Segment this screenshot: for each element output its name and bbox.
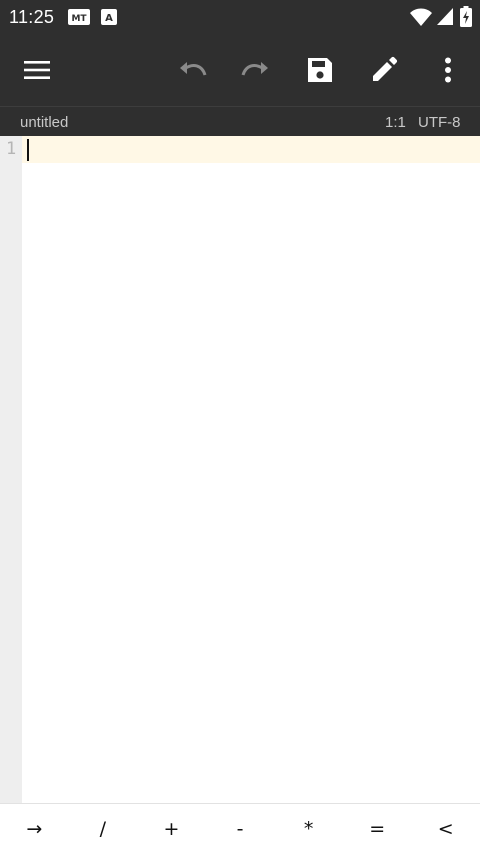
- toolbar: [0, 34, 480, 106]
- save-icon: [308, 58, 332, 82]
- status-bar: 11:25 MT A: [0, 0, 480, 34]
- symbol-key-less-than[interactable]: <: [411, 804, 480, 853]
- save-button[interactable]: [296, 46, 344, 94]
- hamburger-menu-icon: [24, 61, 50, 79]
- undo-button[interactable]: [168, 46, 216, 94]
- symbol-key-equals[interactable]: =: [343, 804, 412, 853]
- more-options-button[interactable]: [424, 46, 472, 94]
- cursor-position: 1:1: [385, 114, 406, 131]
- svg-text:MT: MT: [71, 14, 87, 24]
- symbol-key-arrow[interactable]: →: [0, 804, 69, 853]
- more-vertical-icon: [445, 57, 451, 83]
- menu-button[interactable]: [13, 46, 61, 94]
- file-name: untitled: [20, 114, 69, 131]
- symbol-key-asterisk[interactable]: *: [274, 804, 343, 853]
- symbol-key-slash[interactable]: /: [69, 804, 138, 853]
- file-info-bar: untitled 1:1 UTF-8: [0, 106, 480, 136]
- text-editor[interactable]: 1: [0, 136, 480, 803]
- line-number: 1: [6, 139, 17, 159]
- a-letter-icon: A: [101, 9, 117, 25]
- battery-charging-icon: [460, 6, 472, 28]
- cellular-signal-icon: [436, 6, 454, 28]
- edit-button[interactable]: [360, 46, 408, 94]
- undo-icon: [180, 62, 207, 76]
- text-cursor: [27, 139, 29, 161]
- pencil-icon: [373, 56, 398, 81]
- svg-text:A: A: [105, 13, 113, 24]
- symbol-key-plus[interactable]: +: [137, 804, 206, 853]
- symbol-bar: → / + - * = <: [0, 803, 480, 853]
- symbol-key-minus[interactable]: -: [206, 804, 275, 853]
- redo-button[interactable]: [232, 46, 280, 94]
- redo-icon: [241, 62, 268, 76]
- current-line-highlight: [22, 136, 480, 163]
- encoding-label[interactable]: UTF-8: [418, 114, 461, 131]
- status-time: 11:25: [9, 7, 55, 27]
- app-screen: 11:25 MT A untitled 1:1 UTF-8 1 → / + - …: [0, 0, 480, 853]
- line-number-gutter: 1: [0, 136, 22, 803]
- wifi-icon: [409, 6, 433, 28]
- mt-manager-icon: MT: [68, 9, 90, 25]
